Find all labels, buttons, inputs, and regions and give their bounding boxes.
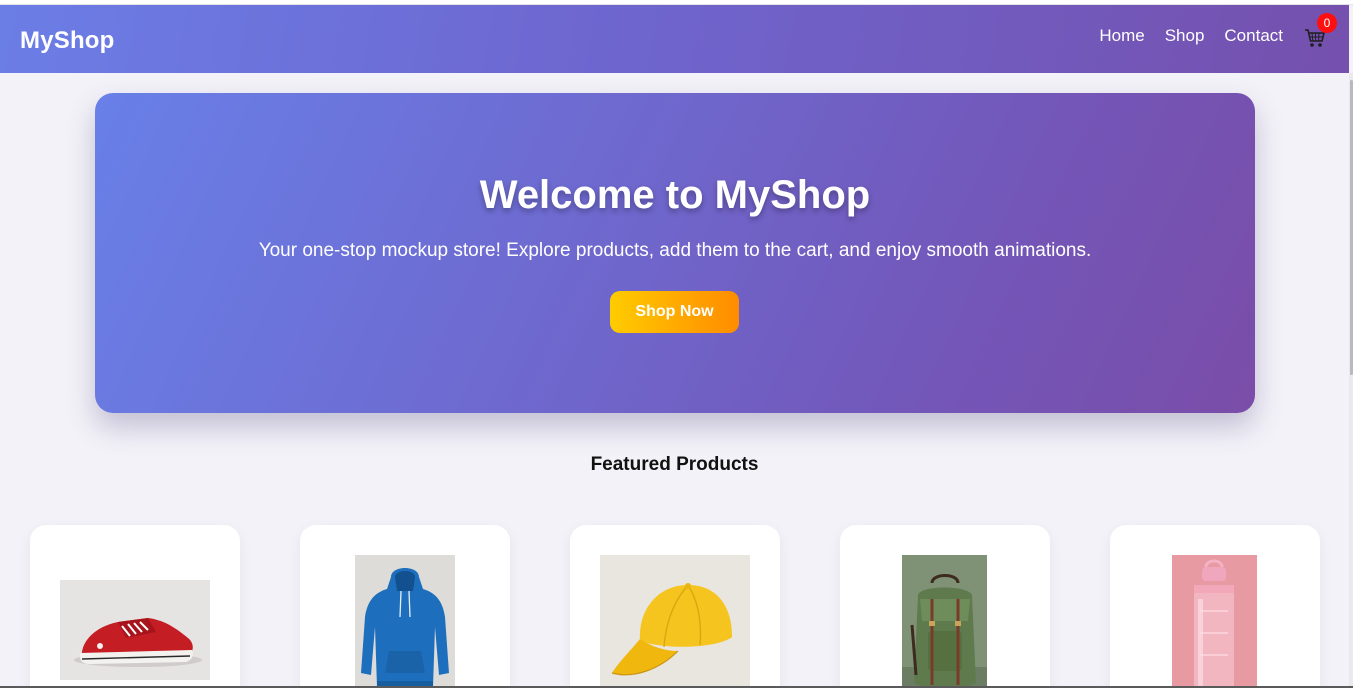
product-card[interactable] xyxy=(570,525,780,688)
pink-water-bottle-image xyxy=(1172,555,1257,688)
brand-logo[interactable]: MyShop xyxy=(20,27,115,55)
nav-link-home[interactable]: Home xyxy=(1099,26,1144,46)
product-card[interactable] xyxy=(1110,525,1320,688)
cart-count-badge: 0 xyxy=(1317,13,1337,33)
yellow-cap-image xyxy=(600,555,750,688)
nav-link-shop[interactable]: Shop xyxy=(1165,26,1205,46)
red-sneaker-image xyxy=(60,580,210,680)
navbar: MyShop Home Shop Contact xyxy=(0,5,1349,73)
blue-hoodie-image xyxy=(355,555,455,688)
page: MyShop Home Shop Contact 0 Welcome to My… xyxy=(0,0,1353,688)
shop-now-button[interactable]: Shop Now xyxy=(610,291,739,333)
green-backpack-image xyxy=(902,555,987,688)
hero-title: Welcome to MyShop xyxy=(479,173,871,217)
featured-products-title: Featured Products xyxy=(590,454,759,475)
product-card[interactable] xyxy=(30,525,240,688)
hero-subtitle: Your one-stop mockup store! Explore prod… xyxy=(258,240,1092,261)
product-card[interactable] xyxy=(300,525,510,688)
product-card[interactable] xyxy=(840,525,1050,688)
nav-links: Home Shop Contact xyxy=(1099,26,1283,46)
hero-banner: Welcome to MyShop Your one-stop mockup s… xyxy=(95,93,1255,413)
nav-link-contact[interactable]: Contact xyxy=(1224,26,1283,46)
